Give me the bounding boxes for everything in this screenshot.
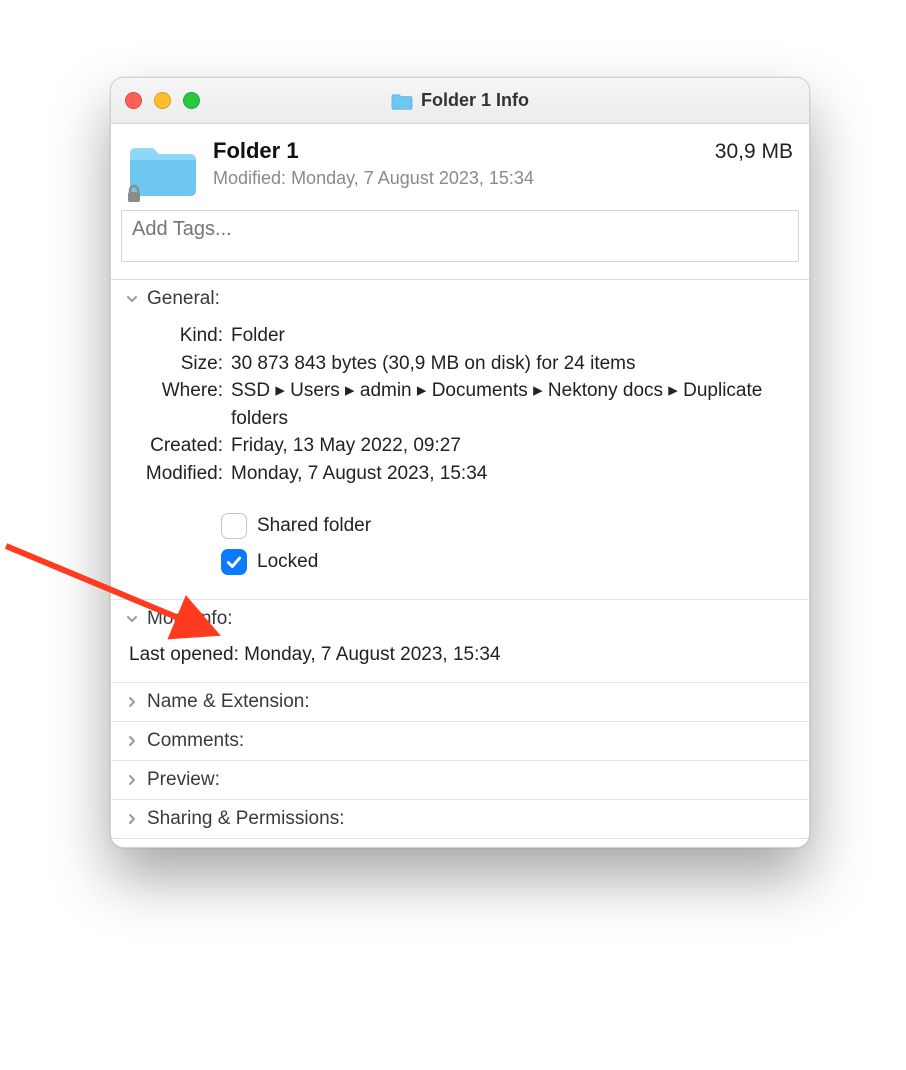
window-controls [125,92,200,109]
section-title: Name & Extension: [147,691,310,713]
where-value: SSD ▸ Users ▸ admin ▸ Documents ▸ Nekton… [231,377,791,432]
section-more-info-header[interactable]: More Info: [111,600,809,638]
chevron-right-icon [125,734,139,748]
created-label: Created: [129,432,231,460]
window-title-text: Folder 1 Info [421,90,529,111]
folder-icon [127,140,199,200]
folder-icon [391,92,413,110]
section-comments-header[interactable]: Comments: [111,722,809,760]
chevron-down-icon [125,292,139,306]
modified-label: Modified: [129,460,231,488]
section-title: Comments: [147,730,244,752]
minimize-window-button[interactable] [154,92,171,109]
info-window: Folder 1 Info Folder 1 Modified: Monday,… [110,77,810,848]
size-value: 30 873 843 bytes (30,9 MB on disk) for 2… [231,350,791,378]
item-name: Folder 1 [213,138,701,164]
section-more-info: More Info: Last opened: Monday, 7 August… [111,599,809,682]
window-title: Folder 1 Info [111,90,809,111]
where-label: Where: [129,377,231,432]
shared-folder-label: Shared folder [257,515,371,537]
section-sharing-header[interactable]: Sharing & Permissions: [111,800,809,838]
item-size: 30,9 MB [715,140,793,164]
section-preview: Preview: [111,760,809,799]
locked-checkbox[interactable] [221,549,247,575]
chevron-right-icon [125,773,139,787]
shared-folder-checkbox[interactable] [221,513,247,539]
section-preview-header[interactable]: Preview: [111,761,809,799]
section-title: General: [147,288,220,310]
last-opened-label: Last opened: [129,644,239,665]
lock-icon [125,184,143,204]
section-comments: Comments: [111,721,809,760]
section-sharing: Sharing & Permissions: [111,799,809,839]
chevron-right-icon [125,812,139,826]
tags-input[interactable] [121,210,799,262]
close-window-button[interactable] [125,92,142,109]
chevron-right-icon [125,695,139,709]
section-name-extension: Name & Extension: [111,682,809,721]
created-value: Friday, 13 May 2022, 09:27 [231,432,791,460]
locked-label: Locked [257,551,318,573]
item-modified: Modified: Monday, 7 August 2023, 15:34 [213,168,701,189]
modified-value: Monday, 7 August 2023, 15:34 [231,460,791,488]
section-name-extension-header[interactable]: Name & Extension: [111,683,809,721]
last-opened-value: Monday, 7 August 2023, 15:34 [244,644,500,665]
section-title: More Info: [147,608,233,630]
item-header: Folder 1 Modified: Monday, 7 August 2023… [111,124,809,210]
section-general-header[interactable]: General: [111,280,809,318]
section-title: Sharing & Permissions: [147,808,344,830]
kind-label: Kind: [129,322,231,350]
chevron-down-icon [125,612,139,626]
kind-value: Folder [231,322,791,350]
section-title: Preview: [147,769,220,791]
zoom-window-button[interactable] [183,92,200,109]
titlebar: Folder 1 Info [111,78,809,124]
size-label: Size: [129,350,231,378]
section-general: General: Kind: Folder Size: 30 873 843 b… [111,279,809,599]
